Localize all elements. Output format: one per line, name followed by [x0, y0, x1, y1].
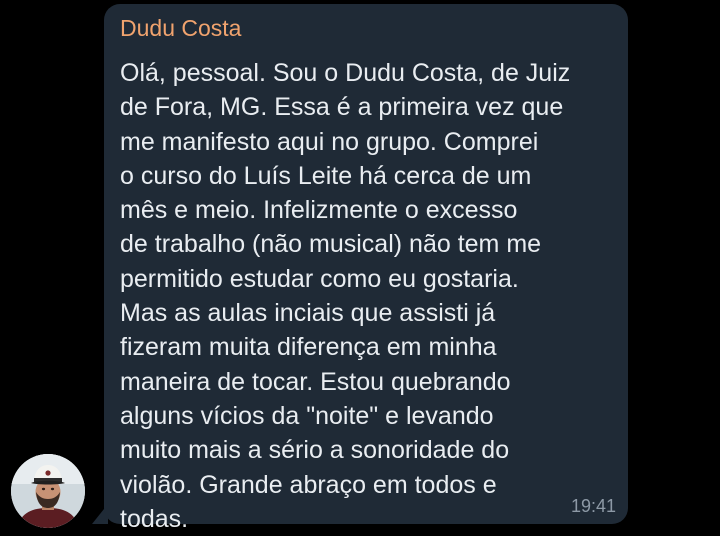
sender-name[interactable]: Dudu Costa [120, 14, 241, 42]
message-line: permitido estudar como eu gostaria. [120, 264, 519, 293]
message-line: Mas as aulas inciais que assisti já [120, 299, 496, 328]
message-timestamp: 19:41 [570, 496, 616, 516]
message-line: me manifesto aqui no grupo. Comprei [120, 127, 539, 156]
message-line: alguns vícios da "noite" e levando [120, 401, 494, 430]
user-photo-avatar-icon [11, 454, 85, 528]
message-line: mês e meio. Infelizmente o excesso [120, 196, 518, 225]
message-line: de trabalho (não musical) não tem me [120, 230, 542, 259]
message-line: Olá, pessoal. Sou o Dudu Costa, de Juiz [120, 59, 571, 87]
message-text: Olá, pessoal. Sou o Dudu Costa, de Juiz … [120, 56, 620, 536]
message-line: muito mais a sério a sonoridade do [120, 436, 510, 465]
message-line: de Fora, MG. Essa é a primeira vez que [120, 93, 564, 122]
message-line: maneira de tocar. Estou quebrando [120, 367, 511, 396]
message-line: o curso do Luís Leite há cerca de um [120, 161, 532, 190]
message-line: todas. [120, 504, 189, 533]
sender-avatar[interactable] [11, 454, 85, 528]
message-line: fizeram muita diferença em minha [120, 333, 497, 362]
message-line: violão. Grande abraço em todos e [120, 470, 497, 499]
